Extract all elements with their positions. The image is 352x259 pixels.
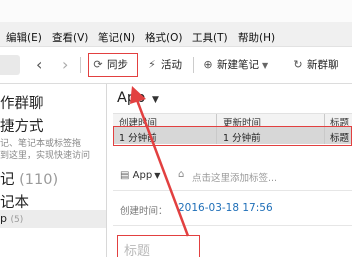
arrow-shaft: [135, 99, 190, 237]
annotation-arrow: [130, 86, 190, 237]
arrow-head: [130, 86, 146, 104]
